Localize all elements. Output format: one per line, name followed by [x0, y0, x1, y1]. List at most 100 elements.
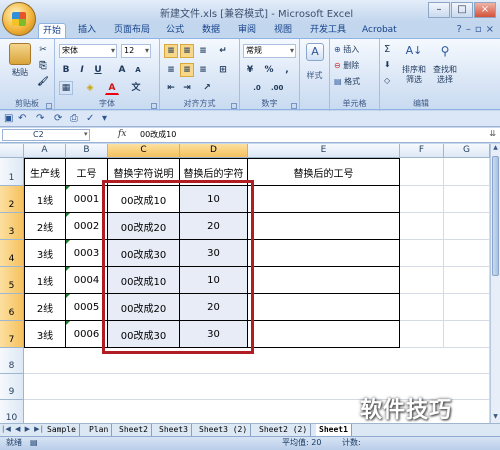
tab-insert[interactable]: 插入 — [74, 23, 100, 38]
insert-cells-button[interactable]: ⊕ 插入 — [334, 44, 359, 55]
number-format-combo[interactable]: 常规 — [243, 44, 296, 58]
autosum-button[interactable]: Σ — [384, 44, 390, 55]
grow-font-button[interactable]: A — [115, 63, 129, 77]
phonetic-icon[interactable]: 文 — [129, 81, 143, 95]
increase-decimal-icon[interactable]: .0 — [250, 81, 264, 95]
delete-cells-button[interactable]: ⊖ 删除 — [334, 60, 359, 71]
format-cells-button[interactable]: ▤ 格式 — [334, 76, 360, 87]
customize-qat-icon[interactable]: ▾ — [102, 113, 107, 124]
vertical-scrollbar[interactable]: ▲ ▼ — [490, 144, 500, 423]
close-workbook-icon[interactable]: × — [486, 24, 494, 35]
decrease-indent-icon[interactable]: ⇤ — [164, 81, 178, 95]
tab-page-layout[interactable]: 页面布局 — [110, 23, 154, 38]
column-header-g[interactable]: G — [444, 144, 490, 158]
font-size-combo[interactable]: 12 — [121, 44, 151, 58]
formula-input[interactable]: 00改成10 — [140, 129, 176, 141]
clipboard-launcher-icon[interactable] — [46, 103, 52, 109]
empty-cell[interactable] — [444, 240, 490, 267]
cell-a2[interactable]: 1线 — [24, 186, 66, 213]
row-header-8[interactable]: 8 — [0, 348, 24, 374]
orientation-icon[interactable]: ↗ — [200, 81, 214, 95]
select-all-corner[interactable] — [0, 144, 24, 158]
empty-cell[interactable] — [400, 267, 444, 294]
spell-check-icon[interactable]: ✓ — [86, 113, 94, 124]
cell-e7[interactable] — [248, 321, 400, 348]
empty-cell[interactable] — [400, 294, 444, 321]
fill-icon[interactable]: ⬇ — [384, 60, 391, 69]
sheet-tab-plan[interactable]: Plan — [86, 424, 113, 436]
tab-view[interactable]: 视图 — [270, 23, 296, 38]
header-cell-replaced-id[interactable]: 替换后的工号 — [248, 158, 400, 186]
scroll-down-icon[interactable]: ▼ — [491, 413, 500, 423]
align-center-icon[interactable]: ≡ — [180, 63, 194, 77]
maximize-button[interactable]: □ — [451, 2, 473, 18]
name-box-dropdown-icon[interactable]: ▾ — [84, 130, 88, 138]
font-color-button[interactable]: A — [105, 81, 119, 95]
cell-e5[interactable] — [248, 267, 400, 294]
paste-button[interactable]: 粘贴 — [6, 43, 34, 78]
align-bottom-icon[interactable]: ≡ — [196, 44, 210, 58]
column-header-c[interactable]: C — [108, 144, 180, 158]
print-preview-icon[interactable]: ⎙ — [70, 113, 78, 124]
row-header-2[interactable]: 2 — [0, 186, 24, 213]
empty-cell[interactable] — [444, 267, 490, 294]
close-button[interactable]: × — [474, 2, 496, 18]
sort-filter-button[interactable]: A↓ 排序和 筛选 — [400, 41, 428, 85]
sheet-nav-icons[interactable]: |◀ ◀ ▶ ▶| — [2, 425, 44, 433]
refresh-icon[interactable]: ⟳ — [54, 113, 62, 124]
tab-formulas[interactable]: 公式 — [162, 23, 188, 38]
empty-cell[interactable] — [444, 294, 490, 321]
cell-e4[interactable] — [248, 240, 400, 267]
cell-e6[interactable] — [248, 294, 400, 321]
row-header-3[interactable]: 3 — [0, 213, 24, 240]
empty-cell[interactable] — [444, 158, 490, 186]
empty-cell[interactable] — [444, 186, 490, 213]
worksheet-grid[interactable]: A B C D E F G 1 2 3 4 5 6 7 8 9 10 生产线 工… — [0, 144, 490, 423]
comma-button[interactable]: , — [280, 63, 294, 77]
insert-function-button[interactable]: fx — [118, 129, 126, 139]
row-header-4[interactable]: 4 — [0, 240, 24, 267]
empty-cell[interactable] — [400, 213, 444, 240]
empty-cell[interactable] — [400, 240, 444, 267]
tab-data[interactable]: 数据 — [198, 23, 224, 38]
empty-cell[interactable] — [400, 321, 444, 348]
column-header-f[interactable]: F — [400, 144, 444, 158]
tab-review[interactable]: 审阅 — [234, 23, 260, 38]
cell-e3[interactable] — [248, 213, 400, 240]
italic-button[interactable]: I — [75, 63, 89, 77]
cut-icon[interactable]: ✂ — [36, 43, 50, 57]
font-launcher-icon[interactable] — [151, 103, 157, 109]
underline-button[interactable]: U — [91, 63, 105, 77]
empty-row[interactable] — [24, 348, 490, 374]
redo-icon[interactable]: ↷ — [36, 113, 44, 124]
empty-cell[interactable] — [444, 321, 490, 348]
column-header-a[interactable]: A — [24, 144, 66, 158]
minimize-button[interactable]: – — [428, 2, 450, 18]
row-header-1[interactable]: 1 — [0, 158, 24, 186]
increase-indent-icon[interactable]: ⇥ — [180, 81, 194, 95]
scroll-up-icon[interactable]: ▲ — [491, 144, 500, 154]
empty-cell[interactable] — [444, 213, 490, 240]
wrap-text-icon[interactable]: ↵ — [216, 44, 230, 58]
cell-e2[interactable] — [248, 186, 400, 213]
sheet-tab-sheet2[interactable]: Sheet2 — [116, 424, 152, 436]
minimize-workbook-icon[interactable]: – — [466, 24, 471, 35]
macro-record-icon[interactable]: ▤ — [30, 437, 38, 449]
decrease-decimal-icon[interactable]: .00 — [270, 81, 284, 95]
number-launcher-icon[interactable] — [291, 103, 297, 109]
header-cell-production-line[interactable]: 生产线 — [24, 158, 66, 186]
column-header-e[interactable]: E — [248, 144, 400, 158]
empty-cell[interactable] — [400, 158, 444, 186]
align-left-icon[interactable]: ≡ — [164, 63, 178, 77]
find-select-button[interactable]: ⚲ 查找和 选择 — [430, 41, 460, 85]
office-button[interactable] — [2, 2, 36, 36]
align-top-icon[interactable]: ≡ — [164, 44, 178, 58]
column-header-d[interactable]: D — [180, 144, 248, 158]
row-header-5[interactable]: 5 — [0, 267, 24, 294]
cell-a3[interactable]: 2线 — [24, 213, 66, 240]
sheet-tab-sheet3[interactable]: Sheet3 — [156, 424, 192, 436]
scrollbar-thumb[interactable] — [492, 156, 499, 276]
sheet-tab-sample[interactable]: Sample — [44, 424, 80, 436]
currency-icon[interactable]: ¥ — [243, 63, 257, 77]
align-middle-icon[interactable]: ≡ — [180, 44, 194, 58]
